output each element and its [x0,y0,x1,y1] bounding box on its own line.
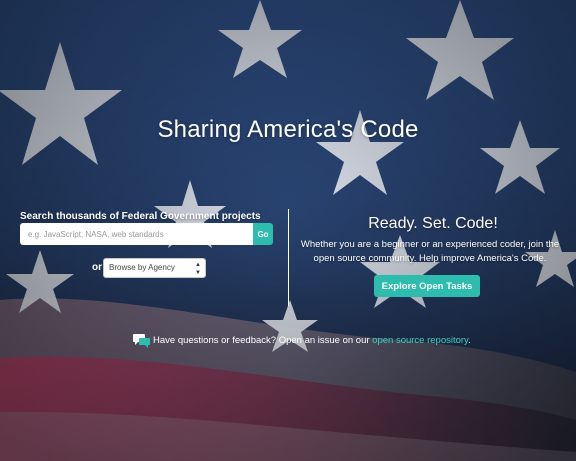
explore-open-tasks-button[interactable]: Explore Open Tasks [374,275,480,297]
updown-arrows-icon: ▲ ▼ [195,262,201,276]
chat-bubbles-icon [133,334,150,348]
ready-description: Whether you are a beginner or an experie… [300,239,560,264]
browse-by-agency-select[interactable]: Browse by Agency ▲ ▼ [103,258,206,278]
search-label: Search thousands of Federal Government p… [20,211,261,222]
go-button[interactable]: Go [253,223,273,245]
page-title: Sharing America's Code [157,116,419,143]
open-source-repository-link[interactable]: open source repository [372,335,468,346]
ready-set-code-heading: Ready. Set. Code! [368,215,498,232]
hero-section: Sharing America's Code Search thousands … [0,0,576,461]
search-input[interactable] [20,223,253,245]
feedback-text: Have questions or feedback? Open an issu… [153,335,373,347]
or-label: or [92,262,102,273]
feedback-period: . [468,335,471,347]
feedback-line: Have questions or feedback? Open an issu… [133,333,471,349]
vertical-divider [288,209,289,306]
agency-select-value: Browse by Agency [109,263,175,272]
